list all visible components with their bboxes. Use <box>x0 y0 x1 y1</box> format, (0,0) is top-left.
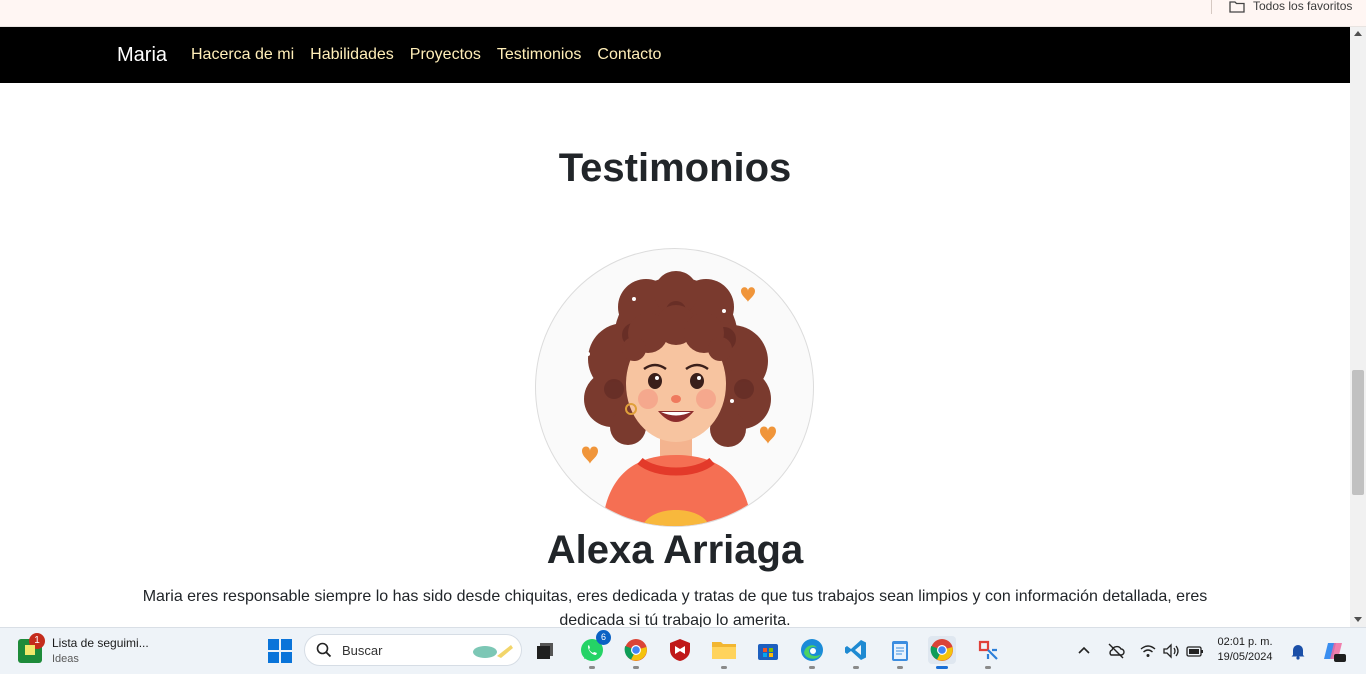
nav-links: Hacerca de mi Habilidades Proyectos Test… <box>191 46 661 64</box>
start-button[interactable] <box>268 639 292 663</box>
snipping-tool-app[interactable] <box>974 636 1002 669</box>
vscode-app[interactable] <box>842 636 870 669</box>
file-explorer-app[interactable] <box>710 636 738 669</box>
battery-icon[interactable] <box>1186 642 1204 660</box>
testimonials-section: Testimonios Alexa Arriaga Maria eres res… <box>0 83 1350 627</box>
navbar-brand[interactable]: Maria <box>117 44 167 67</box>
vscode-icon <box>845 640 866 660</box>
nav-link-skills[interactable]: Habilidades <box>310 46 394 64</box>
folder-icon <box>1229 0 1245 13</box>
whatsapp-app[interactable]: 6 <box>578 630 611 669</box>
testimonial-author: Alexa Arriaga <box>546 528 804 572</box>
stocks-icon: 1 <box>18 632 45 663</box>
scroll-down-arrow-icon[interactable] <box>1354 617 1362 622</box>
mcafee-shield-icon <box>670 639 690 661</box>
cloud-offline-icon[interactable] <box>1107 642 1125 660</box>
scroll-up-arrow-icon[interactable] <box>1354 31 1362 36</box>
testimonial-avatar <box>535 248 814 527</box>
taskbar: 1 Lista de seguimi... Ideas Buscar 6 02:… <box>0 627 1366 674</box>
chrome-icon <box>930 639 953 661</box>
chevron-up-icon[interactable] <box>1075 642 1093 660</box>
news-widget[interactable]: 1 Lista de seguimi... Ideas <box>18 632 149 665</box>
chrome-app[interactable] <box>622 636 650 669</box>
search-icon <box>316 642 332 658</box>
task-view-icon <box>537 643 553 659</box>
store-bag-icon <box>758 644 778 660</box>
whatsapp-badge: 6 <box>596 630 611 645</box>
navbar: Maria Hacerca de mi Habilidades Proyecto… <box>0 27 1350 83</box>
nav-link-contact[interactable]: Contacto <box>597 46 661 64</box>
folder-icon <box>712 642 736 659</box>
chrome-icon <box>624 639 647 661</box>
system-clock[interactable]: 02:01 p. m. 19/05/2024 <box>1212 636 1278 663</box>
clock-date: 19/05/2024 <box>1217 651 1273 663</box>
search-highlight-icon <box>473 645 513 658</box>
windows-logo-icon <box>268 639 279 650</box>
news-badge: 1 <box>29 632 45 649</box>
snipping-tool-icon <box>978 640 998 660</box>
clock-time: 02:01 p. m. <box>1217 636 1273 648</box>
edge-icon <box>801 639 823 661</box>
page-scrollbar[interactable] <box>1350 27 1366 627</box>
notepad-icon <box>892 641 908 661</box>
testimonial-text: Maria eres responsable siempre lo has si… <box>142 588 1208 627</box>
microsoft-store-app[interactable] <box>754 636 782 664</box>
nav-link-projects[interactable]: Proyectos <box>410 46 481 64</box>
bookmarks-separator <box>1211 0 1212 14</box>
wifi-icon[interactable] <box>1139 642 1157 660</box>
nav-link-testimonials[interactable]: Testimonios <box>497 46 581 64</box>
news-title: Lista de seguimi... <box>52 636 149 650</box>
notepad-app[interactable] <box>886 636 914 669</box>
task-view-button[interactable] <box>531 636 559 664</box>
chrome-app-active[interactable] <box>928 636 956 669</box>
bookmarks-bar: Todos los favoritos <box>0 0 1366 27</box>
search-placeholder: Buscar <box>342 642 383 658</box>
volume-icon[interactable] <box>1162 642 1180 660</box>
notification-bell-icon[interactable] <box>1289 642 1307 660</box>
edge-app[interactable] <box>798 636 826 669</box>
copilot-icon[interactable] <box>1322 639 1346 663</box>
avatar-illustration <box>582 271 776 526</box>
all-bookmarks-label: Todos los favoritos <box>1253 0 1353 13</box>
taskbar-search[interactable]: Buscar <box>304 634 522 666</box>
mcafee-app[interactable] <box>666 636 694 664</box>
all-bookmarks-folder[interactable]: Todos los favoritos <box>1229 0 1353 13</box>
scroll-thumb[interactable] <box>1352 370 1364 495</box>
news-subtitle: Ideas <box>52 653 79 665</box>
section-title: Testimonios <box>558 146 792 190</box>
nav-link-about[interactable]: Hacerca de mi <box>191 46 294 64</box>
